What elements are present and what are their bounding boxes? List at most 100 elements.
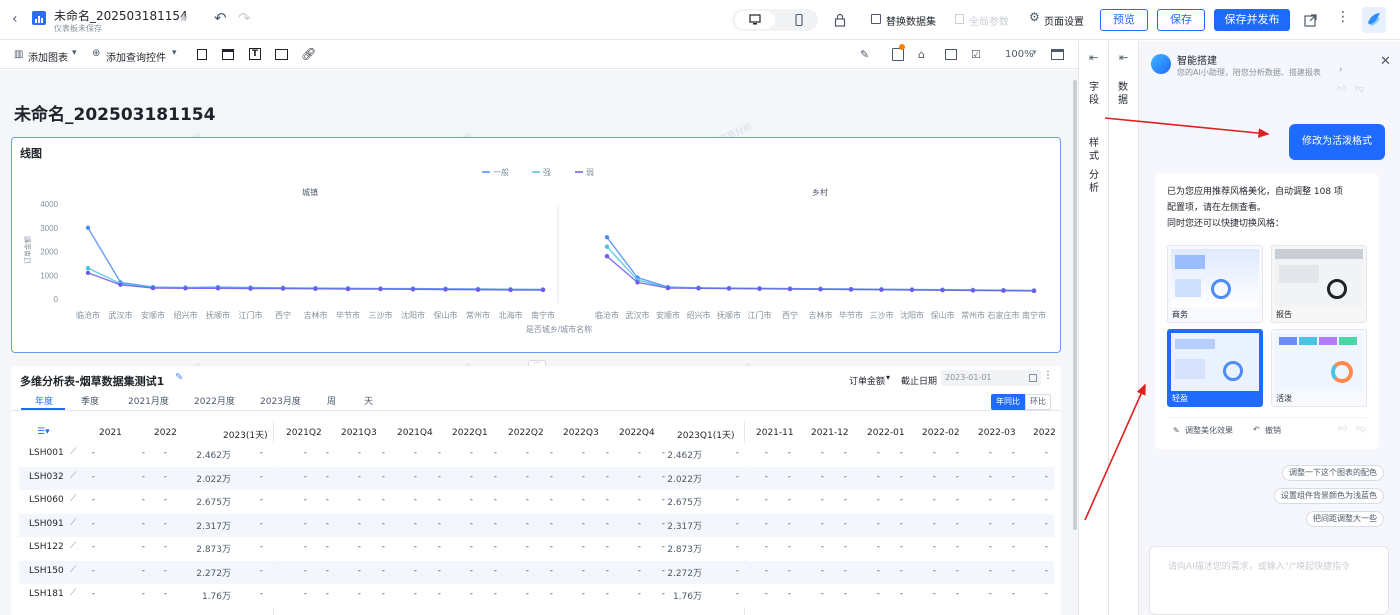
column-header[interactable]: 2021Q4 [397,428,433,438]
style-option-lively[interactable]: 活泼 [1271,329,1367,407]
tab-style[interactable]: 样式 [1089,137,1101,163]
thumbs-down-icon[interactable]: 👎︎ [1355,84,1364,94]
redo-icon[interactable]: ↷ [238,9,251,27]
column-header[interactable]: 2023Q1(1天) [677,428,734,441]
back-icon[interactable]: ‹ [12,11,18,27]
column-header[interactable]: 2023(1天) [223,428,268,441]
column-header[interactable]: 2022Q2 [508,428,544,438]
tab-data[interactable]: 数据 [1118,81,1130,107]
tab-fields[interactable]: 字段 [1089,81,1101,107]
share-icon[interactable] [1304,12,1317,31]
more-icon[interactable]: ⋮ [1043,370,1053,381]
preview-button[interactable]: 预览 [1100,9,1148,31]
tab-analysis[interactable]: 分析 [1089,169,1101,195]
yoy-toggle[interactable]: 年同比 [991,394,1025,410]
column-header[interactable]: 2022Q4 [619,428,655,438]
empty-cell: - [876,542,880,552]
column-header[interactable]: 2022-03 [978,428,1016,438]
empty-cell: - [637,471,641,482]
adjust-style-button[interactable]: 调整美化效果 [1185,425,1233,436]
thumbs-down-icon[interactable]: 👎︎ [1356,424,1365,434]
tab-component-icon[interactable] [222,49,234,60]
add-query-button[interactable]: 添加查询控件 [106,49,166,64]
suggestion-chip[interactable]: 调整一下这个图表的配色 [1282,465,1384,481]
empty-cell: - [988,495,992,505]
tab-period[interactable]: 2021月度 [128,394,169,407]
add-chart-button[interactable]: 添加图表 [28,49,68,64]
column-header[interactable]: 2021Q2 [286,428,322,438]
global-params-button[interactable]: 全局参数 [969,13,1009,28]
mobile-view-button[interactable] [784,11,814,29]
style-option-light[interactable]: 轻盈 [1167,329,1263,407]
column-header[interactable]: 2022 [1033,428,1056,438]
column-header[interactable]: 2022 [154,428,177,438]
ai-assistant-icon[interactable] [1362,7,1386,33]
column-header[interactable]: 2022-02 [922,428,960,438]
text-component-icon[interactable]: T [249,48,261,60]
tab-period[interactable]: 周 [327,394,336,407]
tab-period[interactable]: 2023月度 [260,394,301,407]
tab-period[interactable]: 2022月度 [194,394,235,407]
save-publish-button[interactable]: 保存并发布 [1214,9,1290,31]
collapse-icon[interactable]: ⇤ [1119,51,1128,64]
x-tick-label: 抚顺市 [206,310,230,320]
tab-period[interactable]: 天 [364,394,373,407]
measure-select[interactable]: 订单金额 [849,374,885,387]
thumbs-up-icon[interactable]: 👍︎ [1337,84,1346,94]
collapse-icon[interactable]: ⇤ [1089,51,1098,64]
pivot-table-card[interactable]: 多维分析表-烟草数据集测试1 ✎ 订单金额 ▾ 截止日期 2023-01-01 … [11,366,1061,615]
empty-cell: - [637,448,641,458]
suggestion-chip[interactable]: 设置组件背景颜色为浅蓝色 [1274,488,1384,504]
zoom-select[interactable]: 100% [1005,49,1034,60]
layout-icon[interactable] [1051,49,1064,60]
column-header[interactable]: 2021-12 [811,428,849,438]
empty-cell: - [932,448,936,458]
link-icon[interactable]: 🔗︎ [301,47,316,61]
prompt-input[interactable]: 请向AI描述您的需求，或输入"/"唤起快捷指令 [1149,546,1389,615]
page-settings-button[interactable]: 页面设置 [1044,13,1084,28]
column-header[interactable]: 2022Q3 [563,428,599,438]
more-icon[interactable]: ⋮ [1336,9,1350,25]
chevron-right-icon[interactable]: › [1339,65,1343,75]
page-title[interactable]: 未命名_202503181154 [14,100,215,125]
column-header[interactable]: 2022Q1 [452,428,488,438]
style-option-report[interactable]: 报告 [1271,245,1367,323]
undo-button[interactable]: 撤销 [1265,425,1281,436]
image-component-icon[interactable] [275,49,288,60]
filter-component-icon[interactable] [197,49,207,60]
column-header[interactable]: 2021Q3 [341,428,377,438]
building-icon[interactable]: ⌂ [918,48,925,61]
line-chart-card[interactable]: 线图 一般强弱城镇 乡村 4000 3000 2000 1000 0 订单金额 临沧市 武汉市 安顺… [11,137,1061,353]
desktop-view-button[interactable] [735,11,775,29]
empty-cell: - [605,518,609,529]
dashboard-title[interactable]: 未命名_202503181154 [54,7,188,24]
x-tick-label: 保山市 [931,310,955,320]
tab-period[interactable]: 年度 [35,394,53,407]
column-header[interactable]: 2022-01 [867,428,905,438]
suggestion-chip[interactable]: 把间距调整大一些 [1306,511,1384,527]
style-option-business[interactable]: 商务 [1167,245,1263,323]
column-header[interactable]: 2021 [99,428,122,438]
column-header[interactable]: 2021-11 [756,428,794,438]
close-icon[interactable]: ✕ [1380,54,1391,69]
cutoff-date-input[interactable]: 2023-01-01 [941,370,1041,386]
empty-cell: - [955,471,959,482]
tab-period[interactable]: 季度 [81,394,99,407]
empty-cell: - [955,448,959,458]
replace-dataset-button[interactable]: 替换数据集 [886,13,936,28]
canvas-scrollbar[interactable] [1073,80,1077,530]
star-icon[interactable]: ★ [178,11,189,25]
thumbs-up-icon[interactable]: 👍︎ [1338,424,1347,434]
data-point [1001,288,1006,293]
save-button[interactable]: 保存 [1157,9,1205,31]
lock-icon[interactable] [834,12,846,31]
checklist-icon[interactable]: ☑ [971,48,981,61]
row-header-icon[interactable]: ☰▾ [37,427,50,437]
brush-icon[interactable]: ✎ [860,48,869,61]
image-edit-icon[interactable] [945,49,957,60]
empty-cell: - [1011,471,1015,482]
empty-cell: - [549,565,553,576]
undo-icon[interactable]: ↶ [214,9,227,27]
edit-title-icon[interactable]: ✎ [175,372,183,383]
mom-toggle[interactable]: 环比 [1025,394,1051,410]
